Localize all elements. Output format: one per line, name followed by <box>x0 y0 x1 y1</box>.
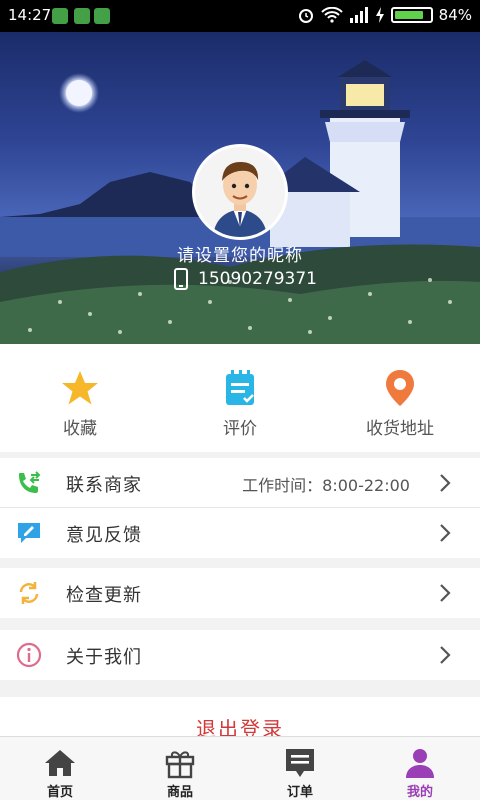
status-bar: 14:27 84% <box>0 0 480 32</box>
battery-percent: 84% <box>438 6 472 24</box>
gift-icon <box>165 751 195 779</box>
reviews-button[interactable]: 评价 <box>160 344 320 452</box>
battery-icon <box>390 7 433 23</box>
phone-number: 15090279371 <box>198 269 317 289</box>
about-us-label: 关于我们 <box>66 647 142 668</box>
nav-item-products[interactable]: 商品 <box>120 737 240 800</box>
nav-label-mine: 我的 <box>406 785 433 800</box>
nav-label-products: 商品 <box>166 785 193 800</box>
about-us-row[interactable]: 关于我们 <box>0 630 480 680</box>
charging-icon <box>375 7 384 23</box>
nickname-prompt[interactable]: 请设置您的昵称 <box>0 241 480 266</box>
quick-actions: 收藏 评价 收货地址 <box>0 344 480 452</box>
favorites-label: 收藏 <box>63 419 97 439</box>
alarm-icon <box>298 9 313 23</box>
contact-merchant-label: 联系商家 <box>66 475 142 496</box>
notification-app-icon <box>52 8 68 24</box>
shipping-address-button[interactable]: 收货地址 <box>320 344 480 452</box>
feedback-label: 意见反馈 <box>66 525 142 546</box>
refresh-icon <box>19 582 39 604</box>
order-icon <box>286 749 314 777</box>
chevron-right-icon <box>440 474 451 492</box>
favorites-button[interactable]: 收藏 <box>0 344 160 452</box>
location-pin-icon <box>386 370 414 406</box>
wifi-icon <box>320 7 343 23</box>
nav-item-orders[interactable]: 订单 <box>240 737 360 800</box>
phone-transfer-icon <box>19 471 41 493</box>
chevron-right-icon <box>440 584 451 602</box>
review-icon <box>226 370 254 405</box>
info-icon <box>16 642 42 668</box>
avatar[interactable] <box>192 144 288 240</box>
reviews-label: 评价 <box>223 419 257 439</box>
feedback-icon <box>18 523 40 543</box>
notification-app-icon <box>74 8 90 24</box>
profile-header: 请设置您的昵称 15090279371 <box>0 32 480 344</box>
mobile-phone-icon <box>174 268 188 290</box>
star-icon <box>62 371 98 405</box>
feedback-row[interactable]: 意见反馈 <box>0 508 480 558</box>
notification-app-icon <box>94 8 110 24</box>
chevron-right-icon <box>440 646 451 664</box>
contact-merchant-row[interactable]: 联系商家 工作时间：8:00-22:00 <box>0 458 480 508</box>
nav-label-orders: 订单 <box>286 785 313 800</box>
nav-item-mine[interactable]: 我的 <box>360 737 480 800</box>
check-update-row[interactable]: 检查更新 <box>0 568 480 618</box>
working-hours: 工作时间：8:00-22:00 <box>242 476 410 495</box>
check-update-label: 检查更新 <box>66 585 142 606</box>
shipping-address-label: 收货地址 <box>366 419 434 439</box>
phone-row: 15090279371 <box>174 268 317 290</box>
bottom-nav: 首页 商品 订单 我的 <box>0 736 480 800</box>
home-icon <box>45 750 75 776</box>
chevron-right-icon <box>440 524 451 542</box>
signal-icon <box>349 7 368 23</box>
nav-label-home: 首页 <box>46 785 73 800</box>
avatar-illustration <box>195 147 285 237</box>
nav-item-home[interactable]: 首页 <box>0 737 120 800</box>
person-icon <box>406 749 434 778</box>
status-time: 14:27 <box>8 6 52 24</box>
